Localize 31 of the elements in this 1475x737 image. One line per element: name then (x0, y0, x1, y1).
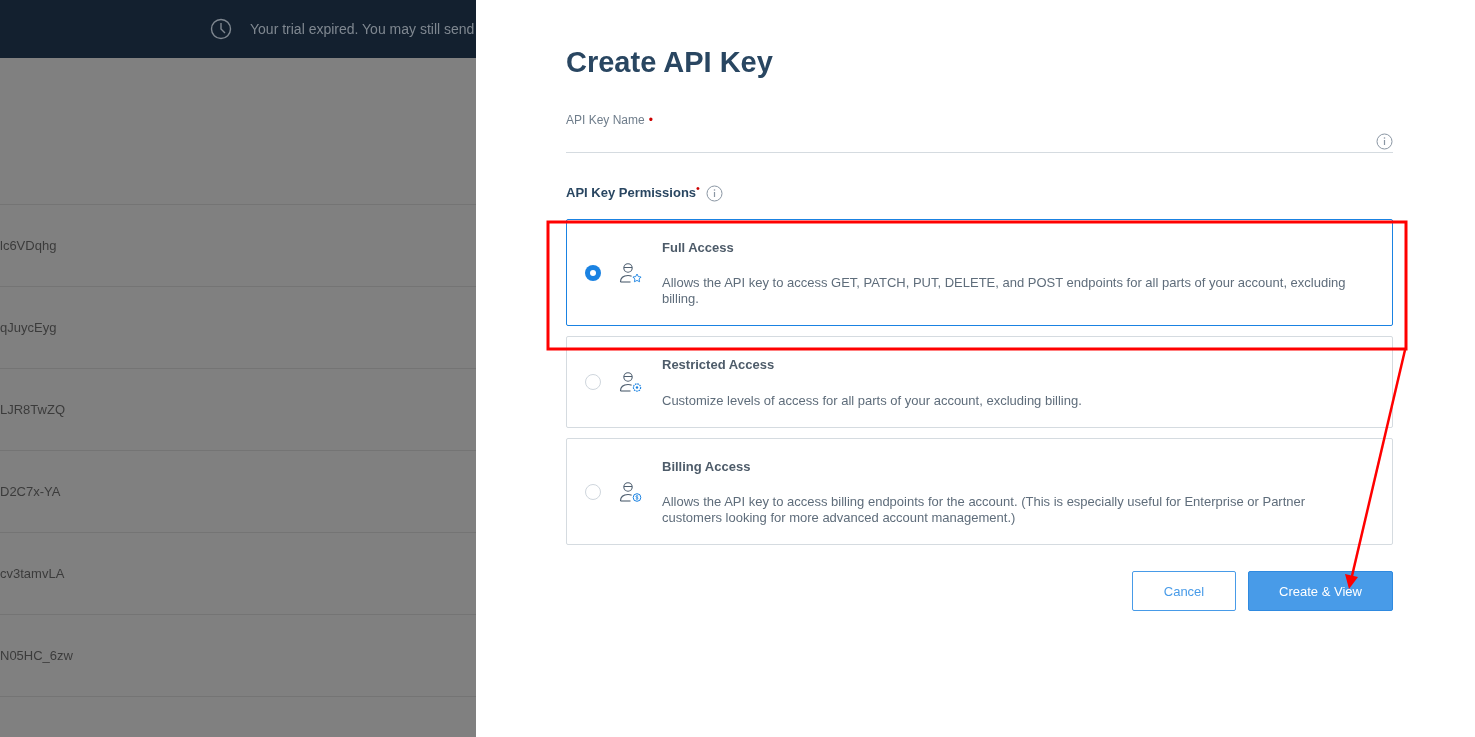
info-icon[interactable] (1376, 133, 1393, 151)
permission-option[interactable]: Full Access Allows the API key to access GET, PATCH, PUT, DELETE, and POST endpoints for all parts of your account, excluding billing. (566, 218, 1393, 327)
api-key-id: N05HC_6zw (0, 646, 73, 665)
radio-button[interactable] (585, 483, 601, 500)
required-mark: • (696, 183, 700, 195)
person-gear-icon (619, 371, 642, 393)
option-description: Allows the API key to access GET, PATCH, PUT, DELETE, and POST endpoints for all parts of your account, excluding billing. (662, 275, 1347, 308)
dialog-title: Create API Key (566, 45, 773, 80)
option-description: Allows the API key to access billing endpoints for the account. (This is especially useful for Enterprise or Partner customers looking for more advanced account management.) (662, 494, 1307, 527)
person-coin-icon (619, 480, 642, 503)
option-title: Billing Access (662, 457, 752, 476)
api-key-id: LJR8TwZQ (0, 400, 65, 419)
clock-icon (210, 18, 232, 40)
person-star-icon (619, 261, 642, 284)
required-mark: • (648, 112, 653, 130)
option-description: Customize levels of access for all parts of your account, excluding billing. (662, 392, 1082, 409)
info-icon[interactable] (705, 184, 723, 202)
permission-option[interactable]: Restricted Access Customize levels of access for all parts of your account, excluding billing. (566, 336, 1393, 428)
permissions-label: API Key Permissions (566, 184, 697, 203)
api-key-name-field[interactable]: API Key Name • (566, 111, 1393, 154)
api-key-id: lc6VDqhg (0, 236, 57, 255)
field-label: API Key Name (566, 112, 645, 130)
radio-button[interactable] (585, 264, 601, 281)
trial-message: Your trial expired. You may still send (250, 19, 475, 39)
permission-option[interactable]: Billing Access Allows the API key to access billing endpoints for the account. (This is especially useful for Enterprise or Partner customers looking for more advanced account management.) (566, 437, 1393, 546)
api-key-id: D2C7x-YA (0, 482, 61, 501)
api-key-id: qJuycEyg (0, 318, 57, 337)
option-title: Restricted Access (662, 356, 776, 375)
option-title: Full Access (662, 238, 735, 257)
radio-button[interactable] (585, 374, 601, 390)
api-key-id: cv3tamvLA (0, 564, 65, 583)
